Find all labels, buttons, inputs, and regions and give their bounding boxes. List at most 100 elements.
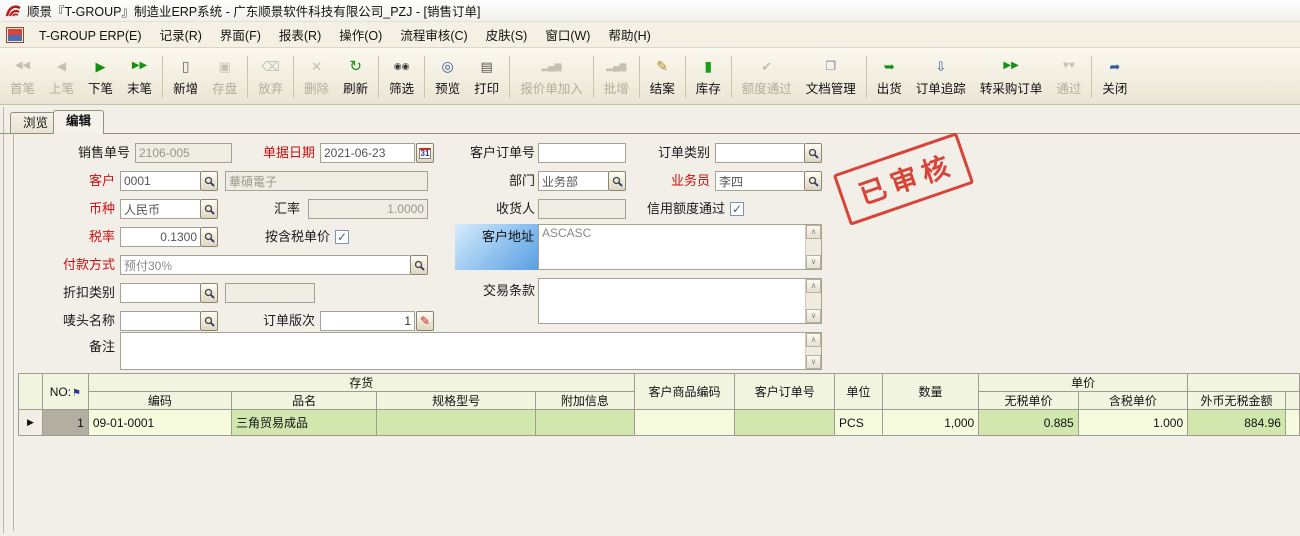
tax-included-checkbox[interactable]: ✓: [335, 230, 349, 244]
grid-cell[interactable]: 884.96: [1188, 410, 1286, 436]
grid-cell[interactable]: 1,000: [882, 410, 978, 436]
toolbar-button-label: 刷新: [343, 78, 368, 97]
remark-field[interactable]: [121, 333, 805, 369]
grid-cell[interactable]: 三角贸易成品: [232, 410, 377, 436]
mark-name-lookup-button[interactable]: [200, 311, 218, 331]
customer-lookup-button[interactable]: [200, 171, 218, 191]
discount-type-control: [120, 283, 218, 303]
menu-item[interactable]: 操作(O): [330, 26, 391, 46]
currency-lookup-button[interactable]: [200, 199, 218, 219]
customer-label: 客户: [55, 171, 115, 191]
row-selector-arrow-icon[interactable]: ▶: [19, 410, 43, 436]
payment-method-field[interactable]: [120, 255, 410, 275]
grid-cell[interactable]: [634, 410, 735, 436]
menu-item[interactable]: 报表(R): [270, 26, 330, 46]
tax-rate-field[interactable]: [120, 227, 200, 247]
consignee-label: 收货人: [475, 199, 535, 219]
toolbar-button-ship[interactable]: ➥出货: [870, 51, 909, 101]
save-icon: ▣: [218, 55, 230, 77]
discount-type-lookup-button[interactable]: [200, 283, 218, 303]
toolbar-separator: [731, 56, 732, 98]
grid-col-header: [1285, 392, 1299, 410]
toolbar-separator: [424, 56, 425, 98]
grid-cell[interactable]: 0.885: [979, 410, 1079, 436]
customer-order-no-field[interactable]: [538, 143, 626, 163]
tax-rate-lookup-button[interactable]: [200, 227, 218, 247]
menu-item[interactable]: 流程审核(C): [391, 26, 476, 46]
calendar-icon: 31: [419, 148, 432, 159]
toolbar-button-to-purchase[interactable]: ▶▶转采购订单: [973, 51, 1050, 101]
salesman-lookup-button[interactable]: [804, 171, 822, 191]
scroll-down-icon[interactable]: ∨: [806, 309, 821, 323]
grid-cell[interactable]: [536, 410, 635, 436]
scroll-up-icon[interactable]: ∧: [806, 333, 821, 347]
toolbar-button-next-record[interactable]: ▶下笔: [81, 51, 120, 101]
menu-item[interactable]: 帮助(H): [599, 26, 659, 46]
toolbar-button-label: 上笔: [49, 78, 74, 97]
toolbar-button-label: 额度通过: [742, 78, 792, 97]
grid-cell[interactable]: 1.000: [1078, 410, 1187, 436]
department-lookup-button[interactable]: [608, 171, 626, 191]
toolbar-separator: [162, 56, 163, 98]
scroll-down-icon[interactable]: ∨: [806, 355, 821, 369]
toolbar-button-close-case[interactable]: ✎结案: [643, 51, 682, 101]
toolbar-button-inventory[interactable]: ▮库存: [689, 51, 728, 101]
department-control: [538, 171, 626, 191]
red-pen-icon: ✎: [420, 314, 430, 328]
grid-cell[interactable]: [377, 410, 536, 436]
mark-name-field[interactable]: [120, 311, 200, 331]
menu-item[interactable]: 窗口(W): [536, 26, 599, 46]
order-type-field[interactable]: [715, 143, 804, 163]
payment-method-lookup-button[interactable]: [410, 255, 428, 275]
order-version-edit-button[interactable]: ✎: [416, 311, 434, 331]
toolbar-button-label: 新增: [173, 78, 198, 97]
to-purchase-icon: ▶▶: [1003, 55, 1018, 77]
grid-cell[interactable]: [735, 410, 835, 436]
grid-cell[interactable]: 09-01-0001: [88, 410, 231, 436]
toolbar-button-label: 存盘: [212, 78, 237, 97]
doc-date-field[interactable]: [320, 143, 415, 163]
scroll-down-icon[interactable]: ∨: [806, 255, 821, 269]
new-doc-icon: ▯: [182, 55, 190, 77]
credit-passed-checkbox[interactable]: ✓: [730, 202, 744, 216]
menu-items: T-GROUP ERP(E)记录(R)界面(F)报表(R)操作(O)流程审核(C…: [30, 25, 660, 44]
pin-icon[interactable]: ⚑: [72, 388, 81, 399]
grid-cell[interactable]: [1285, 410, 1299, 436]
trade-terms-field[interactable]: [539, 279, 805, 323]
toolbar-button-last-record[interactable]: ▶▶末笔: [120, 51, 159, 101]
menu-item[interactable]: 界面(F): [211, 26, 270, 46]
menu-item[interactable]: T-GROUP ERP(E): [30, 26, 151, 46]
toolbar-button-preview[interactable]: ◎预览: [428, 51, 467, 101]
lookup-icon: [808, 148, 819, 159]
toolbar-button-order-track[interactable]: ⇩订单追踪: [909, 51, 973, 101]
panel-top-border: [0, 133, 1300, 134]
salesman-field[interactable]: [715, 171, 804, 191]
toolbar-button-refresh[interactable]: ↻刷新: [336, 51, 375, 101]
toolbar-button-doc-mgmt[interactable]: ❐文档管理: [799, 51, 863, 101]
toolbar-button-new-doc[interactable]: ▯新增: [166, 51, 205, 101]
order-type-lookup-button[interactable]: [804, 143, 822, 163]
discount-type-field[interactable]: [120, 283, 200, 303]
calendar-button[interactable]: 31: [416, 143, 434, 163]
quote-add-icon: ▂▄▆: [541, 55, 561, 77]
scroll-up-icon[interactable]: ∧: [806, 225, 821, 239]
lookup-icon: [204, 316, 215, 327]
department-field[interactable]: [538, 171, 608, 191]
customer-address-field[interactable]: ASCASC: [539, 225, 805, 269]
tab-edit[interactable]: 编辑: [53, 110, 104, 134]
customer-code-field[interactable]: [120, 171, 200, 191]
currency-field[interactable]: [120, 199, 200, 219]
order-version-field[interactable]: [320, 311, 415, 331]
toolbar-button-close-exit[interactable]: ➦关闭: [1095, 51, 1134, 101]
tax-rate-label: 税率: [55, 227, 115, 247]
menu-item[interactable]: 皮肤(S): [477, 26, 537, 46]
scroll-up-icon[interactable]: ∧: [806, 279, 821, 293]
grid-no-cell: 1: [42, 410, 88, 436]
grid-cell[interactable]: PCS: [835, 410, 883, 436]
trade-terms-wrap: ∧ ∨: [538, 278, 822, 324]
toolbar-separator: [1091, 56, 1092, 98]
toolbar-button-print[interactable]: ▤打印: [467, 51, 506, 101]
menu-item[interactable]: 记录(R): [151, 26, 211, 46]
toolbar-button-label: 放弃: [258, 78, 283, 97]
toolbar-button-filter[interactable]: ◉◉筛选: [382, 51, 421, 101]
